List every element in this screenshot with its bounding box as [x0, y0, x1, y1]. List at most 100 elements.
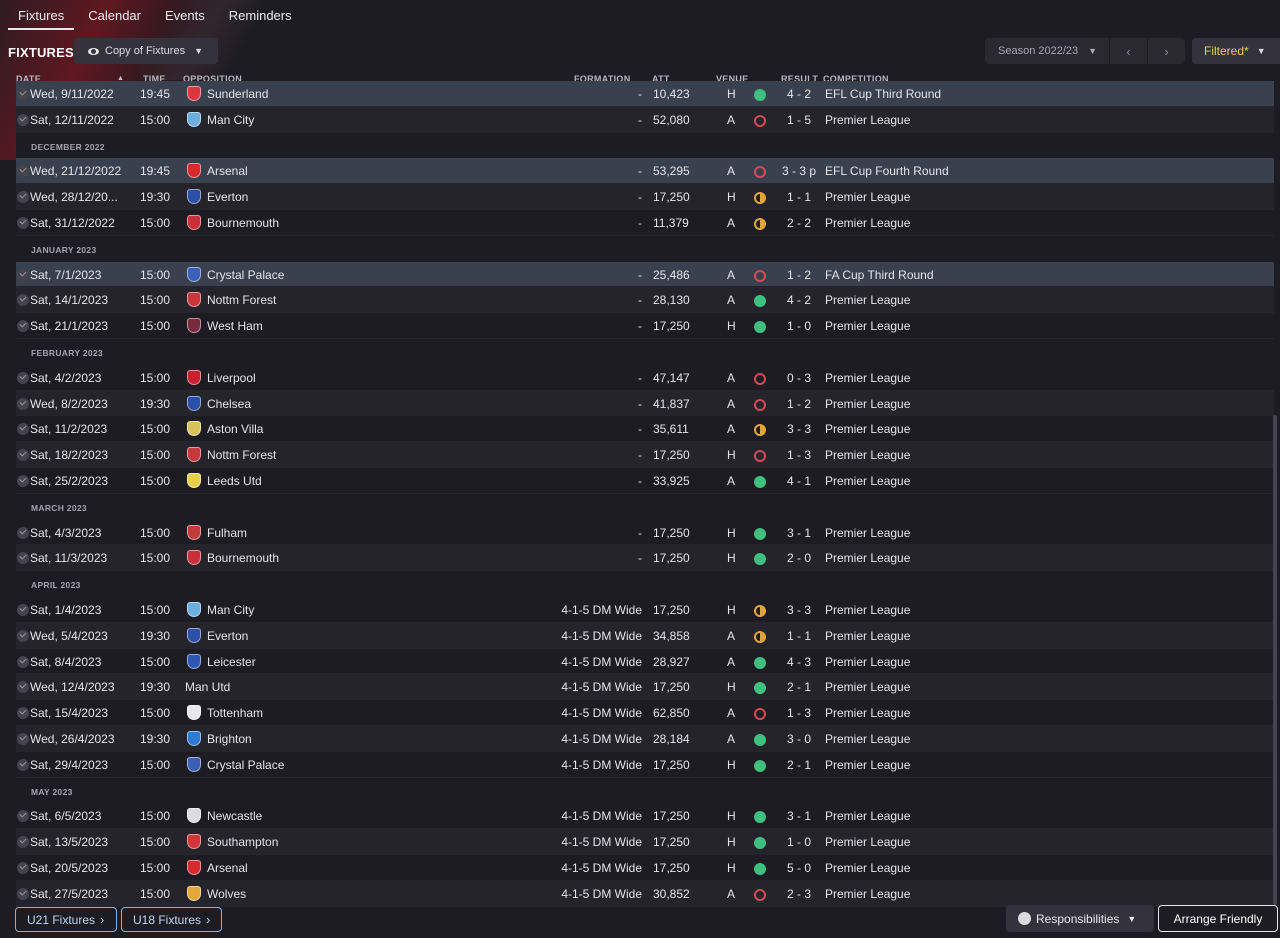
fixture-row[interactable]: Sat, 20/5/2023 15:00 Arsenal 4-1-5 DM Wide 1… — [16, 855, 1274, 881]
fixture-score[interactable]: 2 - 2 — [774, 216, 824, 230]
u18-fixtures-button[interactable]: U18 Fixtures › — [121, 907, 222, 932]
fixture-score[interactable]: 3 - 3 — [774, 422, 824, 436]
fixture-row[interactable]: Sat, 18/2/2023 15:00 Nottm Forest -17,250 H 1… — [16, 442, 1274, 468]
fixture-score[interactable]: 1 - 2 — [774, 397, 824, 411]
fixture-row[interactable]: Sat, 8/4/2023 15:00 Leicester 4-1-5 DM Wide… — [16, 649, 1274, 675]
fixture-row[interactable]: Wed, 28/12/20... 19:30 Everton -17,250 H 1 - … — [16, 184, 1274, 210]
fixture-row[interactable]: Sat, 31/12/2022 15:00 Bournemouth -11,379 A 2… — [16, 210, 1274, 236]
responsibilities-button[interactable]: Responsibilities ▼ — [1006, 905, 1154, 932]
fixture-row[interactable]: Wed, 21/12/2022 19:45 Arsenal -53,295 A 3 - 3… — [16, 158, 1274, 185]
fixture-row[interactable]: Sat, 7/1/2023 15:00 Crystal Palace -25,486 A… — [16, 261, 1274, 288]
fixture-competition[interactable]: Premier League — [825, 758, 910, 772]
fixture-score[interactable]: 1 - 1 — [774, 190, 824, 204]
fixture-score[interactable]: 1 - 0 — [774, 319, 824, 333]
opposition-link[interactable]: Southampton — [207, 835, 278, 849]
fixture-competition[interactable]: Premier League — [825, 835, 910, 849]
season-selector[interactable]: Season 2022/23 ▼ — [985, 38, 1109, 64]
opposition-link[interactable]: Brighton — [207, 732, 252, 746]
opposition-link[interactable]: Aston Villa — [207, 422, 263, 436]
opposition-link[interactable]: Wolves — [207, 887, 246, 901]
fixture-competition[interactable]: Premier League — [825, 732, 910, 746]
opposition-link[interactable]: Everton — [207, 190, 248, 204]
opposition-link[interactable]: Arsenal — [207, 861, 248, 875]
view-selector-button[interactable]: Copy of Fixtures ▼ — [74, 38, 218, 64]
fixture-score[interactable]: 3 - 3 p — [774, 164, 824, 178]
fixture-competition[interactable]: Premier League — [825, 629, 910, 643]
opposition-link[interactable]: Crystal Palace — [207, 268, 284, 282]
fixture-row[interactable]: Sat, 27/5/2023 15:00 Wolves 4-1-5 DM Wide 30… — [16, 880, 1274, 907]
opposition-link[interactable]: Man Utd — [185, 680, 230, 694]
fixture-competition[interactable]: Premier League — [825, 448, 910, 462]
fixture-row[interactable]: Sat, 11/3/2023 15:00 Bournemouth -17,250 H 2 … — [16, 545, 1274, 572]
opposition-link[interactable]: Arsenal — [207, 164, 248, 178]
fixture-competition[interactable]: Premier League — [825, 680, 910, 694]
opposition-link[interactable]: Leeds Utd — [207, 474, 262, 488]
fixture-score[interactable]: 1 - 3 — [774, 706, 824, 720]
opposition-link[interactable]: Newcastle — [207, 809, 262, 823]
fixture-score[interactable]: 1 - 5 — [774, 113, 824, 127]
opposition-link[interactable]: Man City — [207, 113, 254, 127]
opposition-link[interactable]: Nottm Forest — [207, 448, 276, 462]
fixture-row[interactable]: Sat, 1/4/2023 15:00 Man City 4-1-5 DM Wide 1… — [16, 597, 1274, 623]
fixture-score[interactable]: 3 - 3 — [774, 603, 824, 617]
fixture-score[interactable]: 1 - 0 — [774, 835, 824, 849]
opposition-link[interactable]: Chelsea — [207, 397, 251, 411]
fixture-row[interactable]: Sat, 6/5/2023 15:00 Newcastle 4-1-5 DM Wide… — [16, 803, 1274, 830]
fixture-score[interactable]: 3 - 1 — [774, 809, 824, 823]
fixture-row[interactable]: Sat, 4/3/2023 15:00 Fulham -17,250 H 3 - 1 Pre… — [16, 520, 1274, 546]
opposition-link[interactable]: Bournemouth — [207, 551, 279, 565]
fixture-competition[interactable]: Premier League — [825, 422, 910, 436]
fixture-row[interactable]: Wed, 12/4/2023 19:30 Man Utd 4-1-5 DM Wide 1… — [16, 674, 1274, 701]
fixture-row[interactable]: Sat, 12/11/2022 15:00 Man City -52,080 A 1 - … — [16, 106, 1274, 133]
tab-fixtures[interactable]: Fixtures — [8, 0, 75, 30]
fixture-competition[interactable]: Premier League — [825, 706, 910, 720]
opposition-link[interactable]: Man City — [207, 603, 254, 617]
fixture-row[interactable]: Sat, 14/1/2023 15:00 Nottm Forest -28,130 A 4… — [16, 287, 1274, 314]
fixture-row[interactable]: Sat, 13/5/2023 15:00 Southampton 4-1-5 DM W… — [16, 829, 1274, 855]
fixture-competition[interactable]: FA Cup Third Round — [825, 268, 934, 282]
fixture-score[interactable]: 2 - 0 — [774, 551, 824, 565]
fixture-score[interactable]: 1 - 1 — [774, 629, 824, 643]
tab-events[interactable]: Events — [155, 0, 215, 30]
fixture-row[interactable]: Wed, 5/4/2023 19:30 Everton 4-1-5 DM Wide 34… — [16, 622, 1274, 649]
fixture-competition[interactable]: EFL Cup Fourth Round — [825, 164, 949, 178]
opposition-link[interactable]: Crystal Palace — [207, 758, 284, 772]
fixture-row[interactable]: Sat, 4/2/2023 15:00 Liverpool -47,147 A 0 - 3… — [16, 365, 1274, 391]
next-season-button[interactable]: › — [1147, 38, 1185, 64]
scrollbar[interactable] — [1273, 415, 1277, 905]
fixture-row[interactable]: Sat, 25/2/2023 15:00 Leeds Utd -33,925 A 4 - … — [16, 468, 1274, 494]
fixture-competition[interactable]: Premier League — [825, 113, 910, 127]
fixture-competition[interactable]: Premier League — [825, 293, 910, 307]
fixture-score[interactable]: 1 - 2 — [774, 268, 824, 282]
fixture-competition[interactable]: Premier League — [825, 551, 910, 565]
arrange-friendly-button[interactable]: Arrange Friendly — [1158, 905, 1278, 932]
opposition-link[interactable]: West Ham — [207, 319, 263, 333]
opposition-link[interactable]: Liverpool — [207, 371, 256, 385]
fixture-competition[interactable]: EFL Cup Third Round — [825, 87, 941, 101]
fixture-competition[interactable]: Premier League — [825, 371, 910, 385]
fixture-competition[interactable]: Premier League — [825, 655, 910, 669]
fixture-row[interactable]: Sat, 11/2/2023 15:00 Aston Villa -35,611 A 3 … — [16, 416, 1274, 443]
fixture-competition[interactable]: Premier League — [825, 474, 910, 488]
fixture-score[interactable]: 4 - 2 — [774, 293, 824, 307]
fixture-competition[interactable]: Premier League — [825, 861, 910, 875]
previous-season-button[interactable]: ‹ — [1109, 38, 1147, 64]
fixture-score[interactable]: 0 - 3 — [774, 371, 824, 385]
filter-button[interactable]: Filtered* ▼ — [1192, 38, 1280, 64]
fixture-row[interactable]: Sat, 21/1/2023 15:00 West Ham -17,250 H 1 - 0… — [16, 313, 1274, 339]
tab-calendar[interactable]: Calendar — [78, 0, 151, 30]
opposition-link[interactable]: Sunderland — [207, 87, 268, 101]
fixture-score[interactable]: 2 - 1 — [774, 758, 824, 772]
fixture-score[interactable]: 2 - 1 — [774, 680, 824, 694]
fixture-row[interactable]: Sat, 15/4/2023 15:00 Tottenham 4-1-5 DM Wid… — [16, 700, 1274, 726]
fixture-competition[interactable]: Premier League — [825, 887, 910, 901]
fixture-score[interactable]: 4 - 1 — [774, 474, 824, 488]
opposition-link[interactable]: Bournemouth — [207, 216, 279, 230]
fixture-score[interactable]: 2 - 3 — [774, 887, 824, 901]
fixture-score[interactable]: 5 - 0 — [774, 861, 824, 875]
fixture-row[interactable]: Wed, 26/4/2023 19:30 Brighton 4-1-5 DM Wide… — [16, 725, 1274, 752]
fixture-row[interactable]: Sat, 29/4/2023 15:00 Crystal Palace 4-1-5 D… — [16, 752, 1274, 778]
fixture-score[interactable]: 1 - 3 — [774, 448, 824, 462]
tab-reminders[interactable]: Reminders — [219, 0, 302, 30]
fixture-competition[interactable]: Premier League — [825, 603, 910, 617]
